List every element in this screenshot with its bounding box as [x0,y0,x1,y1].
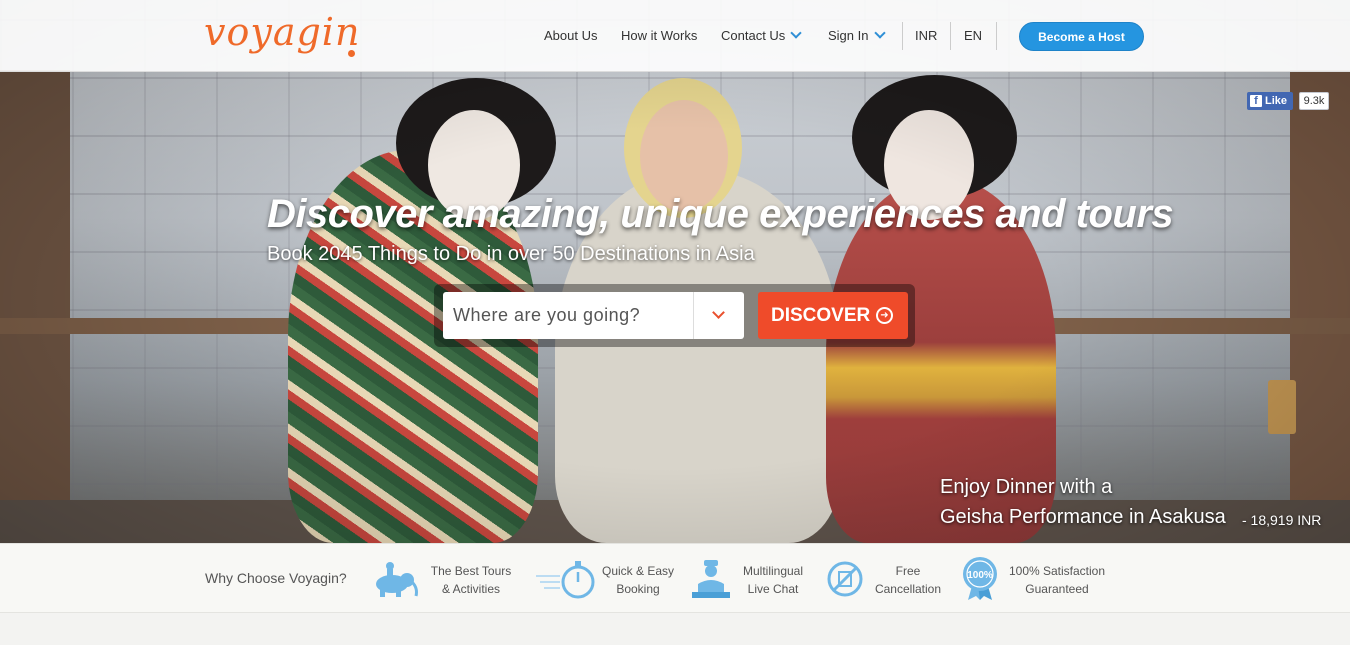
feature-free-cancellation: Free Cancellation [874,564,942,596]
elephant-icon [376,562,418,597]
discover-button-label: DISCOVER [771,305,871,326]
facebook-like-button[interactable]: f Like [1247,92,1293,110]
language-selector[interactable]: EN [964,28,982,43]
facebook-like-label: Like [1265,95,1288,107]
nav-divider [996,22,997,50]
nav-about-us[interactable]: About Us [544,28,597,43]
nav-divider [950,22,951,50]
site-header: voyagin About Us How it Works Contact Us… [0,0,1350,72]
hero-subline: Book 2045 Things to Do in over 50 Destin… [267,243,755,265]
voyagin-logo[interactable]: voyagin [204,10,360,54]
become-a-host-button[interactable]: Become a Host [1019,22,1144,51]
facebook-icon: f [1250,95,1262,107]
chevron-down-icon[interactable] [790,27,802,39]
featured-tour-caption-line1[interactable]: Enjoy Dinner with a [940,476,1112,499]
currency-selector[interactable]: INR [915,28,937,43]
chevron-down-icon[interactable] [874,27,886,39]
destination-search-input[interactable] [443,292,693,339]
feature-multilingual-chat: Multilingual Live Chat [742,564,804,596]
hero-vignette [0,0,1350,543]
hero-image [0,0,1350,543]
hero-headline: Discover amazing, unique experiences and… [267,192,1174,236]
satisfaction-badge-icon: 100% [963,557,997,600]
discover-button[interactable]: DISCOVER ➜ [758,292,908,339]
concierge-icon [692,560,730,598]
logo-dot [348,50,355,57]
nav-how-it-works[interactable]: How it Works [621,28,697,43]
feature-quick-booking: Quick & Easy Booking [601,564,675,596]
featured-tour-caption-line2[interactable]: Geisha Performance in Asakusa [940,506,1226,529]
featured-tour-price: - 18,919 INR [1242,512,1322,528]
feature-satisfaction-guaranteed: 100% Satisfaction Guaranteed [1008,564,1106,596]
nav-divider [902,22,903,50]
feature-best-tours: The Best Tours & Activities [430,564,512,596]
badge-text: 100% [967,570,993,581]
chevron-down-icon [712,306,725,319]
arrow-right-circle-icon: ➜ [876,307,893,324]
cancellation-icon [827,561,863,597]
destination-dropdown-toggle[interactable] [693,292,744,339]
stopwatch-icon [536,561,595,599]
why-choose-title: Why Choose Voyagin? [205,570,347,586]
nav-sign-in[interactable]: Sign In [828,28,868,43]
facebook-like-count: 9.3k [1299,92,1329,110]
nav-contact-us[interactable]: Contact Us [721,28,785,43]
